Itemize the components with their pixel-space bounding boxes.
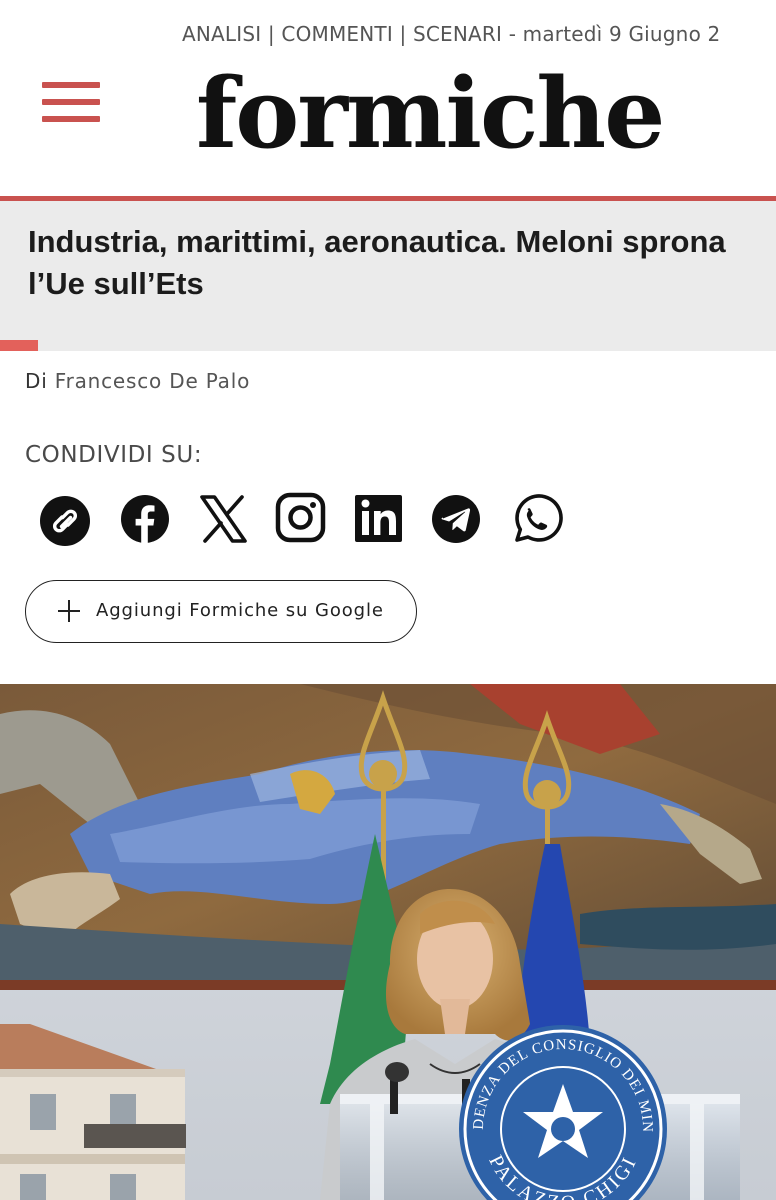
plus-icon: [58, 600, 80, 622]
whatsapp-icon[interactable]: [509, 492, 563, 546]
hero-image: PRESIDENZA DEL CONSIGLIO DEI MINISTRI PA…: [0, 684, 776, 1200]
byline-prefix: Di: [25, 369, 48, 393]
author-link[interactable]: Francesco De Palo: [55, 369, 250, 393]
share-label: CONDIVIDI SU:: [25, 442, 203, 468]
link-icon[interactable]: [38, 492, 92, 546]
title-accent-bar: [0, 340, 38, 351]
article-title: Industria, marittimi, aeronautica. Melon…: [28, 224, 726, 301]
x-icon[interactable]: [197, 492, 251, 546]
site-logo[interactable]: formiche: [196, 66, 665, 162]
site-header: formiche: [0, 66, 776, 196]
facebook-icon[interactable]: [118, 492, 172, 546]
instagram-icon[interactable]: [275, 492, 329, 546]
add-google-source-label: Aggiungi Formiche su Google: [96, 600, 384, 621]
menu-icon[interactable]: [42, 82, 100, 126]
article-title-box: Industria, marittimi, aeronautica. Melon…: [0, 201, 776, 351]
top-nav-text[interactable]: ANALISI | COMMENTI | SCENARI - martedì 9…: [182, 22, 720, 46]
linkedin-icon[interactable]: [353, 492, 407, 546]
byline: Di Francesco De Palo: [25, 369, 250, 393]
add-google-source-button[interactable]: Aggiungi Formiche su Google: [25, 580, 417, 643]
telegram-icon[interactable]: [431, 492, 485, 546]
